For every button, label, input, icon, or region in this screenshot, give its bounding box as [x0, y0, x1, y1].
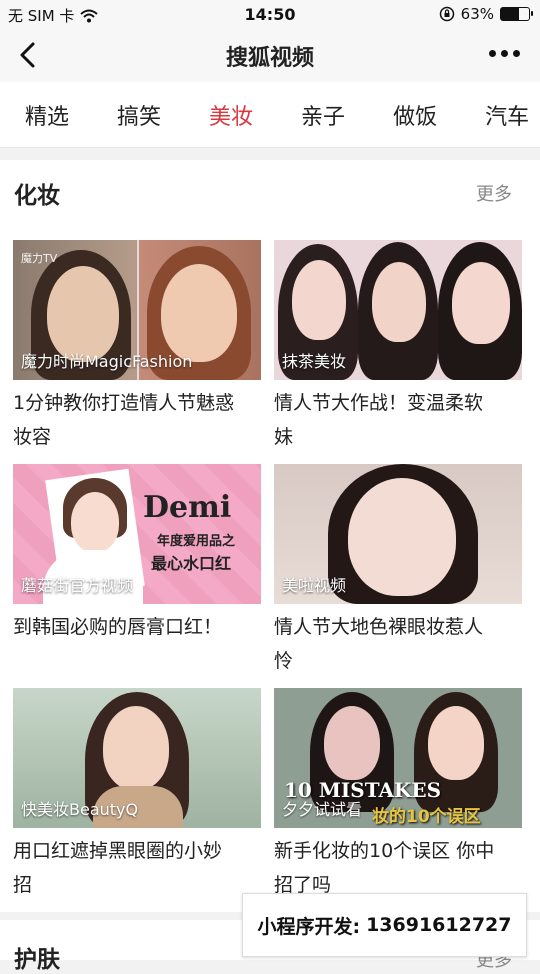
video-title-line: 怜 [274, 650, 294, 672]
battery-fill [501, 8, 519, 20]
category-tabs: 精选 搞笑 美妆 亲子 做饭 汽车 [0, 82, 540, 148]
video-title[interactable]: 1分钟教你打造情人节魅惑 妆容 [13, 386, 261, 454]
ad-label: 小程序开发: [257, 915, 361, 938]
more-options-icon[interactable] [489, 50, 520, 57]
tab-gaoxiao[interactable]: 搞笑 [117, 99, 161, 131]
thumbnail-overlay-name: Demi [143, 490, 232, 525]
video-title-line: 情人节大作战！变温柔软 [274, 392, 484, 414]
battery-percent: 63% [460, 5, 494, 23]
section-title: 护肤 [14, 947, 60, 973]
ad-phone: 13691612727 [366, 914, 512, 936]
section-title: 化妆 [14, 183, 60, 209]
video-title-line: 妹 [274, 426, 294, 448]
thumbnail-caption: 蘑菇街官方视频 [21, 576, 134, 595]
section-more-link[interactable]: 更多 [476, 180, 512, 206]
thumbnail-caption: 魔力时尚MagicFashion [21, 352, 193, 371]
thumbnail-caption: 抹茶美妆 [282, 352, 347, 371]
video-thumbnail[interactable]: Demi 年度爱用品之 最心水口红 蘑菇街官方视频 [13, 464, 261, 604]
video-title[interactable]: 到韩国必购的唇膏口红！ [13, 610, 261, 644]
video-thumbnail[interactable]: 抹茶美妆 [274, 240, 522, 380]
orientation-lock-icon [439, 6, 454, 22]
video-card[interactable]: 美啦视频 情人节大地色裸眼妆惹人 怜 [274, 464, 522, 678]
video-title-line: 用口红遮掉黑眼圈的小妙 [13, 840, 223, 862]
video-title[interactable]: 情人节大地色裸眼妆惹人 怜 [274, 610, 522, 678]
video-card[interactable]: 快美妆BeautyQ 用口红遮掉黑眼圈的小妙 招 [13, 688, 261, 902]
tab-qiche[interactable]: 汽车 [485, 99, 529, 131]
tab-meizhuang[interactable]: 美妆 [209, 99, 253, 131]
video-thumbnail[interactable]: 魔力TV 魔力时尚MagicFashion [13, 240, 261, 380]
tab-zuofan[interactable]: 做饭 [393, 99, 437, 131]
video-title-line: 情人节大地色裸眼妆惹人 [274, 616, 484, 638]
video-title-line: 招 [13, 874, 33, 896]
makeup-section: 化妆 更多 魔力TV 魔力时尚MagicFashion 1分钟教你打造情人节魅惑… [0, 160, 540, 912]
thumbnail-watermark: 魔力TV [21, 252, 58, 265]
video-card[interactable]: 10 MISTAKES 妆的10个误区 夕夕试试看 新手化妆的10个误区 你中 … [274, 688, 522, 902]
video-card[interactable]: Demi 年度爱用品之 最心水口红 蘑菇街官方视频 到韩国必购的唇膏口红！ [13, 464, 261, 644]
battery-icon [500, 7, 533, 21]
video-card[interactable]: 抹茶美妆 情人节大作战！变温柔软 妹 [274, 240, 522, 454]
video-title-line: 到韩国必购的唇膏口红！ [13, 616, 223, 638]
video-thumbnail[interactable]: 10 MISTAKES 妆的10个误区 夕夕试试看 [274, 688, 522, 828]
thumbnail-overlay-sub: 年度爱用品之 [157, 534, 236, 549]
status-right: 63% [439, 5, 533, 23]
video-title-line: 1分钟教你打造情人节魅惑 [13, 392, 235, 414]
ad-banner[interactable]: 小程序开发: 13691612727 [242, 893, 527, 957]
section-header: 化妆 更多 [0, 160, 540, 224]
tab-jingxuan[interactable]: 精选 [25, 99, 69, 131]
video-title[interactable]: 用口红遮掉黑眼圈的小妙 招 [13, 834, 261, 902]
thumbnail-caption: 夕夕试试看 [282, 800, 363, 819]
thumbnail-caption: 美啦视频 [282, 576, 347, 595]
tab-qinzi[interactable]: 亲子 [301, 99, 345, 131]
video-thumbnail[interactable]: 快美妆BeautyQ [13, 688, 261, 828]
nav-bar: 搜狐视频 [0, 30, 540, 82]
thumbnail-overlay-sub: 最心水口红 [151, 554, 232, 573]
video-title-line: 新手化妆的10个误区 你中 [274, 840, 495, 862]
video-thumbnail[interactable]: 美啦视频 [274, 464, 522, 604]
thumbnail-caption: 快美妆BeautyQ [21, 800, 139, 819]
video-title[interactable]: 新手化妆的10个误区 你中 招了吗 [274, 834, 522, 902]
video-title-line: 妆容 [13, 426, 52, 448]
video-title[interactable]: 情人节大作战！变温柔软 妹 [274, 386, 522, 454]
page-title: 搜狐视频 [225, 46, 314, 71]
thumbnail-overlay-sub: 妆的10个误区 [372, 807, 481, 827]
status-bar: 无 SIM 卡 14:50 63% [0, 0, 540, 30]
video-card[interactable]: 魔力TV 魔力时尚MagicFashion 1分钟教你打造情人节魅惑 妆容 [13, 240, 261, 454]
